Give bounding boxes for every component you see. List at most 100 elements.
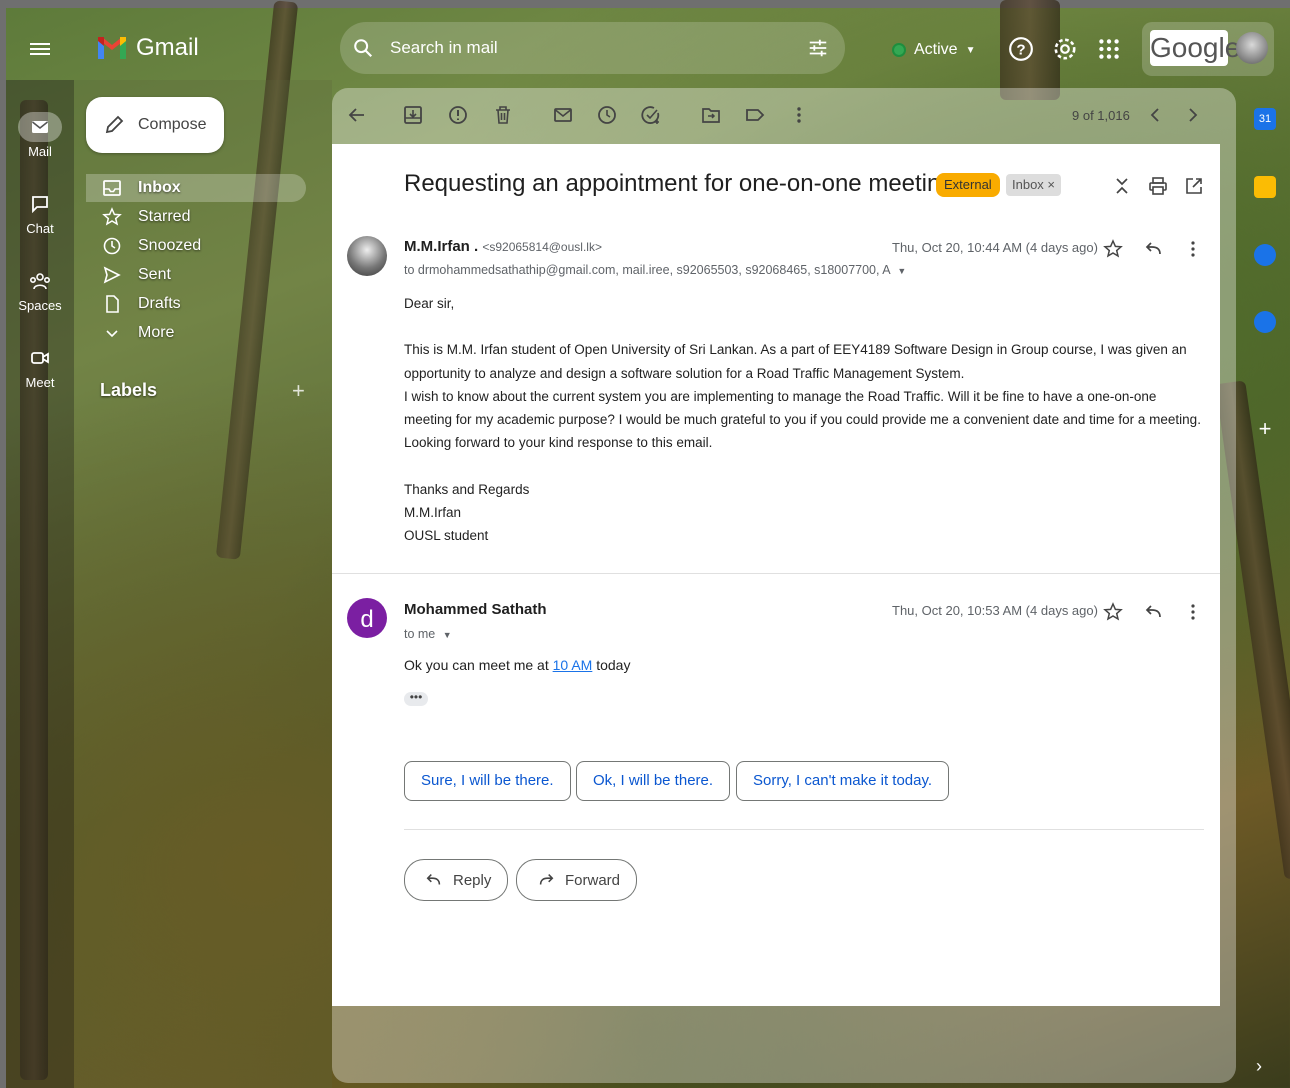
add-to-tasks-icon[interactable] bbox=[640, 104, 662, 126]
more-vert-icon[interactable] bbox=[1183, 602, 1203, 622]
smart-reply-button[interactable]: Sorry, I can't make it today. bbox=[736, 761, 950, 801]
meet-icon bbox=[18, 343, 62, 373]
status-selector[interactable]: Active ▼ bbox=[882, 34, 985, 66]
chevron-down-icon[interactable]: ▼ bbox=[443, 630, 452, 640]
reply-icon[interactable] bbox=[1144, 602, 1164, 622]
help-icon[interactable]: ? bbox=[1008, 36, 1034, 62]
svg-text:?: ? bbox=[1016, 41, 1025, 58]
report-spam-icon[interactable] bbox=[447, 104, 469, 126]
nav-item-inbox[interactable]: Inbox bbox=[86, 174, 306, 202]
compose-label: Compose bbox=[138, 116, 207, 133]
newer-chevron-right-icon[interactable] bbox=[1182, 104, 1204, 126]
time-link[interactable]: 10 AM bbox=[553, 657, 593, 673]
nav-label: Inbox bbox=[138, 179, 181, 196]
show-side-panel-chevron-icon[interactable]: › bbox=[1256, 1056, 1262, 1077]
add-label-icon[interactable]: + bbox=[292, 378, 305, 404]
reply-icon[interactable] bbox=[1144, 239, 1164, 259]
active-status-dot bbox=[892, 43, 906, 57]
greeting: Dear sir, bbox=[404, 296, 455, 311]
message-body: Dear sir, This is M.M. Irfan student of … bbox=[404, 292, 1204, 548]
calendar-icon[interactable]: 31 bbox=[1254, 108, 1276, 130]
nav-label: Snoozed bbox=[138, 237, 202, 254]
recipients-line[interactable]: to me ▼ bbox=[404, 627, 452, 641]
reply-divider bbox=[404, 829, 1204, 830]
forward-label: Forward bbox=[565, 871, 621, 889]
recipients-line[interactable]: to drmohammedsathathip@gmail.com, mail.i… bbox=[404, 263, 906, 277]
more-vert-icon[interactable] bbox=[1183, 239, 1203, 259]
window-frame-top bbox=[0, 0, 1290, 8]
labels-heading: Labels bbox=[100, 380, 158, 400]
nav-label: Drafts bbox=[138, 295, 181, 312]
apps-grid-icon[interactable] bbox=[1096, 36, 1122, 62]
contacts-icon[interactable] bbox=[1254, 311, 1276, 333]
gmail-m-icon bbox=[98, 37, 126, 59]
sender-avatar[interactable]: d bbox=[347, 598, 387, 638]
collapse-all-icon[interactable] bbox=[1112, 176, 1132, 196]
reply-button[interactable]: Reply bbox=[404, 859, 509, 901]
more-vert-icon[interactable] bbox=[788, 104, 810, 126]
snooze-clock-icon[interactable] bbox=[596, 104, 618, 126]
smart-reply-button[interactable]: Sure, I will be there. bbox=[404, 761, 571, 801]
inbox-icon bbox=[103, 180, 121, 196]
archive-icon[interactable] bbox=[402, 104, 424, 126]
search-input[interactable] bbox=[388, 37, 772, 59]
mark-unread-icon[interactable] bbox=[552, 104, 574, 126]
forward-button[interactable]: Forward bbox=[516, 859, 638, 901]
main-menu-icon[interactable] bbox=[30, 40, 50, 58]
print-icon[interactable] bbox=[1148, 176, 1168, 196]
message-date: Thu, Oct 20, 10:53 AM (4 days ago) bbox=[892, 603, 1098, 618]
tasks-icon[interactable] bbox=[1254, 244, 1276, 266]
label-icon[interactable] bbox=[744, 104, 766, 126]
nav-item-drafts[interactable]: Drafts bbox=[86, 290, 306, 318]
chat-icon bbox=[18, 189, 62, 219]
sender-avatar[interactable] bbox=[347, 236, 387, 276]
older-chevron-left-icon[interactable] bbox=[1144, 104, 1166, 126]
external-badge: External bbox=[936, 173, 1000, 197]
nav-item-snoozed[interactable]: Snoozed bbox=[86, 232, 306, 260]
rail-item-meet[interactable]: Meet bbox=[6, 343, 74, 390]
chevron-down-icon bbox=[106, 330, 118, 338]
nav-item-more[interactable]: More bbox=[86, 319, 306, 347]
status-label: Active bbox=[914, 41, 958, 58]
sender-name: M.M.Irfan . bbox=[404, 238, 479, 255]
nav-item-starred[interactable]: Starred bbox=[86, 203, 306, 231]
star-icon[interactable] bbox=[1103, 602, 1123, 622]
nav-item-sent[interactable]: Sent bbox=[86, 261, 306, 289]
delete-icon[interactable] bbox=[492, 104, 514, 126]
account-avatar[interactable] bbox=[1236, 32, 1268, 64]
message-divider bbox=[332, 573, 1220, 574]
nav-label: Sent bbox=[138, 266, 171, 283]
reply-label: Reply bbox=[453, 871, 492, 889]
back-arrow-icon[interactable] bbox=[346, 104, 368, 126]
nav-label: More bbox=[138, 324, 175, 341]
chevron-down-icon[interactable]: ▼ bbox=[897, 266, 906, 276]
sender-name[interactable]: Mohammed Sathath bbox=[404, 601, 547, 618]
gmail-logo[interactable]: Gmail bbox=[96, 34, 199, 62]
reply-icon bbox=[426, 874, 441, 885]
show-trimmed-content-button[interactable]: ••• bbox=[404, 691, 428, 706]
add-addon-icon[interactable]: + bbox=[1254, 418, 1276, 440]
rail-item-chat[interactable]: Chat bbox=[6, 189, 74, 236]
compose-button[interactable]: Compose bbox=[86, 97, 224, 153]
rail-item-mail[interactable]: Mail bbox=[6, 112, 74, 159]
move-to-folder-icon[interactable] bbox=[700, 104, 722, 126]
signature-line: M.M.Irfan bbox=[404, 505, 462, 521]
star-icon[interactable] bbox=[1103, 239, 1123, 259]
smart-reply-button[interactable]: Ok, I will be there. bbox=[576, 761, 731, 801]
settings-gear-icon[interactable] bbox=[1052, 36, 1078, 62]
rail-item-spaces[interactable]: Spaces bbox=[6, 266, 74, 313]
body-paragraph: I wish to know about the current system … bbox=[404, 388, 1201, 428]
rail-label: Mail bbox=[28, 144, 52, 159]
body-paragraph: Looking forward to your kind response to… bbox=[404, 435, 713, 451]
search-bar[interactable] bbox=[340, 22, 845, 74]
keep-icon[interactable] bbox=[1254, 176, 1276, 198]
inbox-label-chip[interactable]: Inbox × bbox=[1006, 174, 1062, 196]
pencil-icon bbox=[105, 115, 124, 134]
search-icon[interactable] bbox=[352, 37, 374, 59]
message-sender[interactable]: M.M.Irfan . <s92065814@ousl.lk> bbox=[404, 238, 602, 255]
rail-label: Meet bbox=[25, 375, 55, 390]
google-wordmark[interactable]: Google bbox=[1150, 30, 1240, 66]
search-options-icon[interactable] bbox=[807, 37, 829, 59]
open-new-window-icon[interactable] bbox=[1184, 176, 1204, 196]
rail-label: Spaces bbox=[18, 298, 62, 313]
